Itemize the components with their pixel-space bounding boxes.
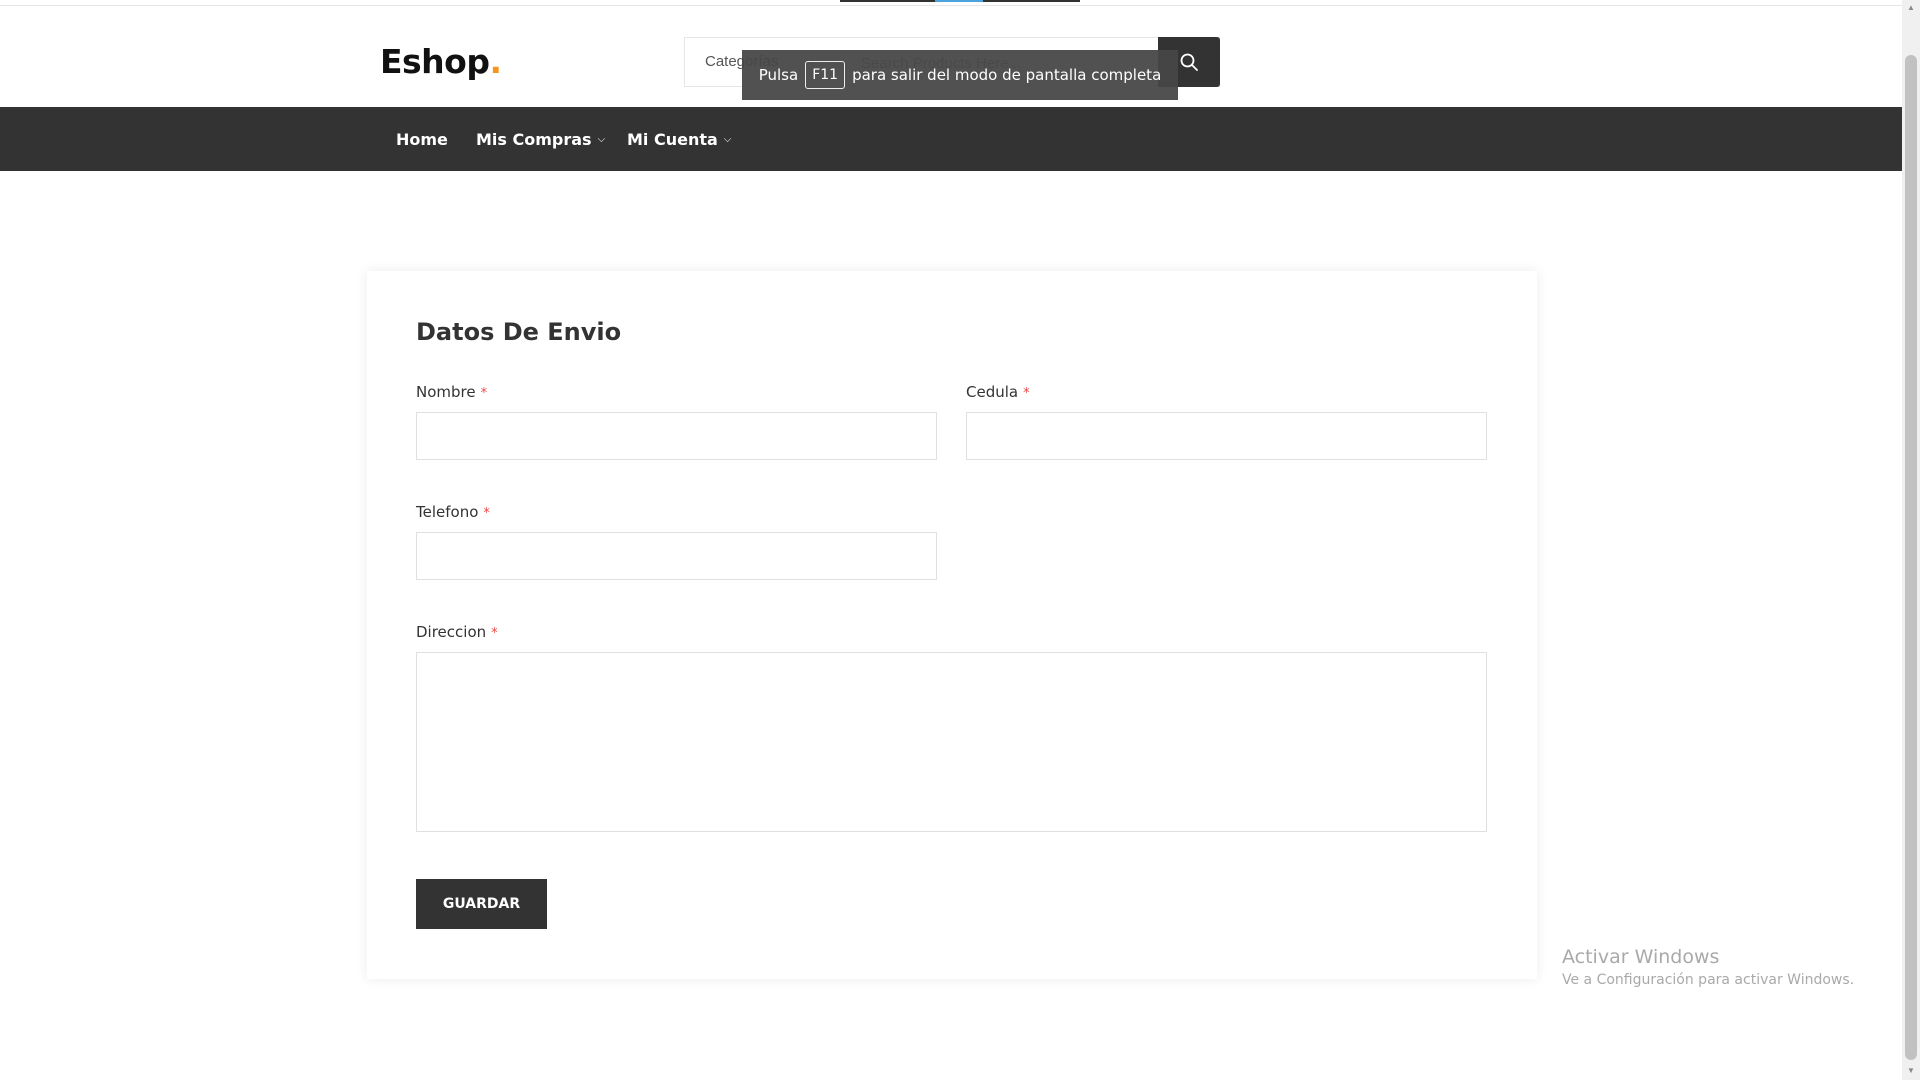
top-strip-blue-segment [935, 0, 983, 2]
toast-prefix: Pulsa [758, 66, 799, 84]
required-mark: * [1023, 386, 1030, 401]
cedula-label: Cedula * [966, 383, 1030, 401]
cedula-label-text: Cedula [966, 383, 1019, 401]
nav-item-label: Mis Compras [476, 129, 592, 149]
cedula-field[interactable] [966, 412, 1487, 460]
toast-suffix: para salir del modo de pantalla completa [852, 66, 1162, 84]
telefono-field[interactable] [416, 532, 937, 580]
telefono-label-text: Telefono [416, 503, 479, 521]
vertical-scrollbar[interactable]: ▲ ▼ [1902, 0, 1920, 1080]
form-title: Datos De Envio [416, 318, 622, 346]
search-icon [1180, 53, 1198, 71]
direccion-label-text: Direccion [416, 623, 487, 641]
required-mark: * [480, 386, 488, 401]
nombre-label-text: Nombre [416, 383, 476, 401]
site-logo[interactable]: Eshop. [380, 42, 502, 81]
nav-item-home[interactable]: Home [396, 107, 448, 171]
chevron-down-icon: ⌵ [723, 133, 732, 145]
scroll-down-arrow-icon[interactable]: ▼ [1907, 1066, 1915, 1075]
shipping-form-card: Datos De Envio Nombre * Cedula * Telefono *… [367, 271, 1537, 979]
logo-dot: . [489, 42, 502, 81]
scrollbar-thumb[interactable] [1905, 55, 1917, 1060]
nav-item-mi-cuenta[interactable]: Mi Cuenta ⌵ [627, 107, 731, 171]
activation-title: Activar Windows [1562, 946, 1720, 968]
windows-activation-watermark: Activar Windows Ve a Configuración para … [1562, 946, 1854, 988]
nav-item-mis-compras[interactable]: Mis Compras ⌵ [476, 107, 605, 171]
nav-item-label: Home [396, 129, 448, 149]
required-mark: * [483, 506, 490, 521]
activation-subtitle: Ve a Configuración para activar Windows. [1562, 972, 1855, 988]
direccion-label: Direccion * [416, 623, 498, 641]
required-mark: * [491, 626, 498, 641]
main-nav: Home Mis Compras ⌵ Mi Cuenta ⌵ [0, 107, 1902, 171]
nombre-field[interactable] [416, 412, 937, 460]
toast-key: F11 [805, 61, 846, 89]
logo-text: Eshop [380, 42, 490, 81]
nav-item-label: Mi Cuenta [627, 129, 718, 149]
site-header: Eshop. Categorías ⌄ Pulsa F11 para salir… [0, 6, 1902, 107]
save-button[interactable]: GUARDAR [416, 879, 547, 929]
direccion-field[interactable] [416, 652, 1487, 832]
chevron-down-icon: ⌵ [597, 133, 606, 145]
scroll-up-arrow-icon[interactable]: ▲ [1907, 3, 1915, 12]
telefono-label: Telefono * [416, 503, 490, 521]
nombre-label: Nombre * [416, 383, 487, 401]
fullscreen-exit-toast: Pulsa F11 para salir del modo de pantall… [742, 50, 1178, 100]
